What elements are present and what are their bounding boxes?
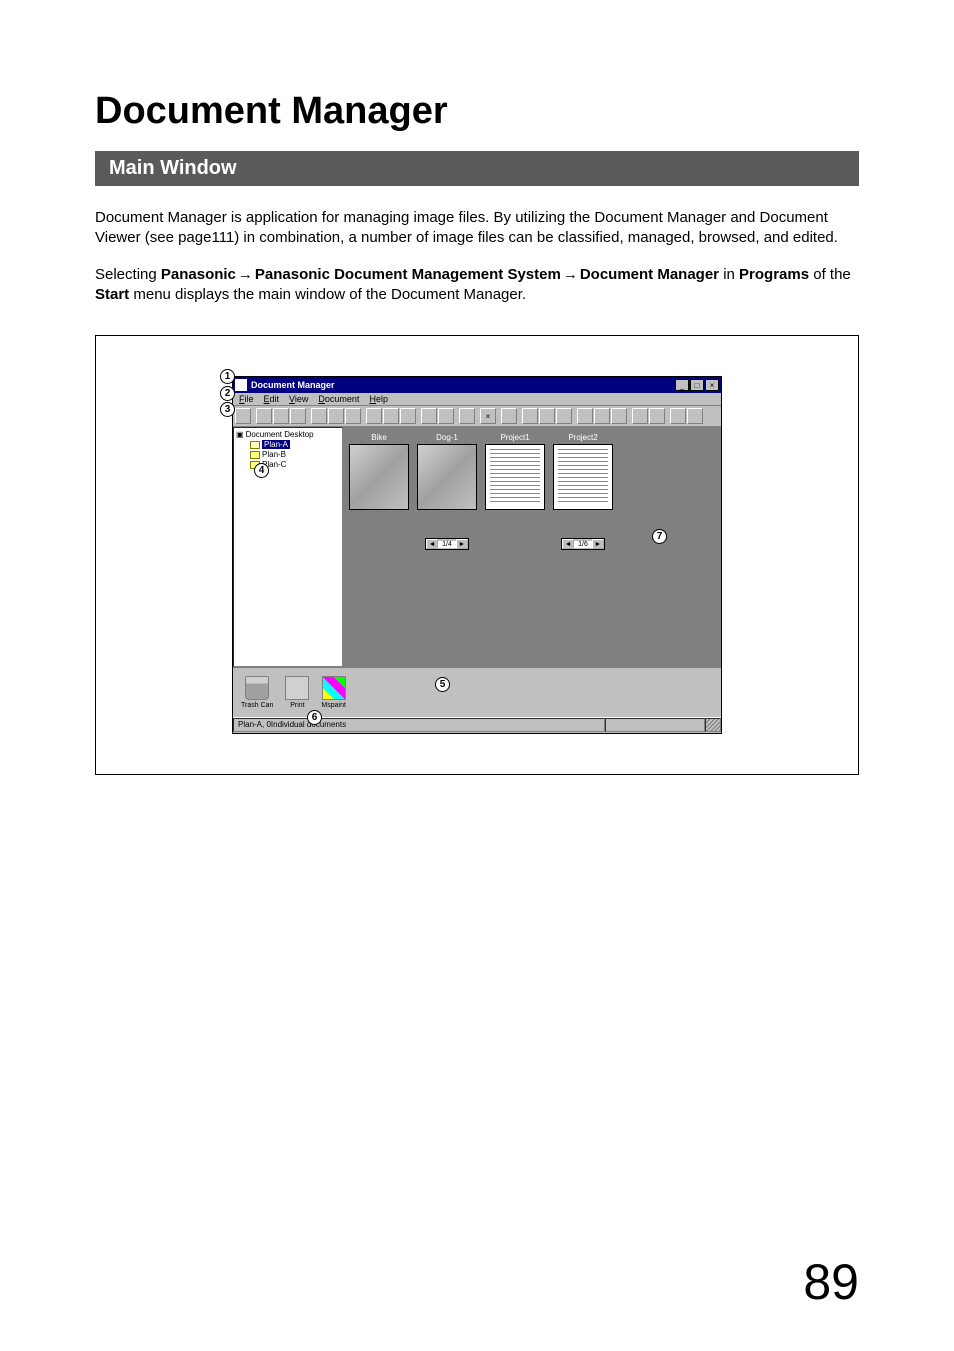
thumbnail-image: [417, 444, 477, 510]
thumb-label: Project2: [568, 433, 597, 442]
app-icon: [235, 379, 247, 391]
thumbnail-item[interactable]: Dog-1 ◄ 1/4 ►: [417, 433, 477, 550]
section-heading: Main Window: [95, 151, 859, 186]
document-manager-window: 1 2 3 4 5 6 7 Document Manager _ □ × Fil…: [232, 376, 722, 734]
tree-item[interactable]: Plan-A: [250, 440, 340, 449]
maximize-button[interactable]: □: [690, 379, 704, 391]
paint-icon: [322, 676, 346, 700]
pager-prev-button[interactable]: ◄: [426, 539, 438, 549]
toolbar-button[interactable]: [383, 408, 399, 424]
thumb-label: Dog-1: [436, 433, 458, 442]
figure-container: 1 2 3 4 5 6 7 Document Manager _ □ × Fil…: [95, 335, 859, 775]
trash-icon: [245, 676, 269, 700]
thumbnail-image: [485, 444, 545, 510]
callout-1: 1: [220, 369, 235, 384]
pager: ◄ 1/6 ►: [561, 538, 605, 550]
toolbar-button[interactable]: [522, 408, 538, 424]
link-trash[interactable]: Trash Can: [241, 676, 273, 709]
toolbar-button[interactable]: [687, 408, 703, 424]
toolbar-button[interactable]: [577, 408, 593, 424]
close-button[interactable]: ×: [705, 379, 719, 391]
toolbar-button[interactable]: [311, 408, 327, 424]
callout-5: 5: [435, 677, 450, 692]
toolbar-button[interactable]: [670, 408, 686, 424]
pager-next-button[interactable]: ►: [456, 539, 468, 549]
toolbar-button[interactable]: [556, 408, 572, 424]
link-label: Trash Can: [241, 702, 273, 709]
folder-tree: ▣ Document Desktop Plan-A Plan-B Plan-C: [233, 427, 343, 667]
menu-document[interactable]: Document: [318, 394, 359, 404]
callout-7: 7: [652, 529, 667, 544]
toolbar-button[interactable]: [539, 408, 555, 424]
toolbar-button[interactable]: [501, 408, 517, 424]
toolbar-button[interactable]: [438, 408, 454, 424]
callout-6: 6: [307, 710, 322, 725]
menu-edit[interactable]: Edit: [264, 394, 280, 404]
toolbar: ×: [233, 406, 721, 427]
intro-paragraph-1: Document Manager is application for mana…: [95, 208, 859, 249]
link-label: Print: [290, 702, 304, 709]
thumbnail-image: [349, 444, 409, 510]
status-text: Plan-A, 0Individual documents: [233, 718, 605, 732]
folder-icon: [250, 451, 260, 459]
menubar: File Edit View Document Help: [233, 393, 721, 406]
toolbar-button[interactable]: [400, 408, 416, 424]
thumbnail-item[interactable]: Project2 ◄ 1/6 ►: [553, 433, 613, 550]
pager-text: 1/6: [574, 541, 592, 548]
callout-2: 2: [220, 386, 235, 401]
tree-item-label: Plan-B: [262, 450, 286, 459]
pager-text: 1/4: [438, 541, 456, 548]
toolbar-button[interactable]: [611, 408, 627, 424]
status-cell: [605, 718, 705, 732]
link-label: Mspaint: [321, 702, 346, 709]
tree-item-label: Plan-A: [262, 440, 290, 449]
callout-3: 3: [220, 402, 235, 417]
menu-view[interactable]: View: [289, 394, 308, 404]
page-number: 89: [803, 1253, 859, 1311]
folder-icon: [250, 441, 260, 449]
toolbar-button[interactable]: [273, 408, 289, 424]
thumb-label: Bike: [371, 433, 387, 442]
menu-help[interactable]: Help: [369, 394, 388, 404]
toolbar-button[interactable]: [366, 408, 382, 424]
callout-4: 4: [254, 463, 269, 478]
toolbar-button[interactable]: [632, 408, 648, 424]
pager-prev-button[interactable]: ◄: [562, 539, 574, 549]
window-controls: _ □ ×: [675, 379, 719, 391]
link-bar: Trash Can Print Mspaint: [233, 667, 721, 717]
thumbnail-item[interactable]: Bike: [349, 433, 409, 510]
pager: ◄ 1/4 ►: [425, 538, 469, 550]
tree-root[interactable]: ▣ Document Desktop: [236, 430, 340, 439]
page-title: Document Manager: [95, 90, 859, 133]
link-mspaint[interactable]: Mspaint: [321, 676, 346, 709]
thumbnail-image: [553, 444, 613, 510]
tree-item[interactable]: Plan-B: [250, 450, 340, 459]
link-print[interactable]: Print: [285, 676, 309, 709]
toolbar-button[interactable]: [649, 408, 665, 424]
toolbar-button[interactable]: [290, 408, 306, 424]
thumbnail-item[interactable]: Project1: [485, 433, 545, 510]
minimize-button[interactable]: _: [675, 379, 689, 391]
desktop-icon: ▣: [236, 430, 244, 439]
toolbar-button[interactable]: ×: [480, 408, 496, 424]
thumb-label: Project1: [500, 433, 529, 442]
thumbnail-panel: Bike Dog-1 ◄ 1/4 ► Project1: [343, 427, 721, 667]
statusbar: Plan-A, 0Individual documents: [233, 717, 721, 733]
toolbar-button[interactable]: [235, 408, 251, 424]
toolbar-button[interactable]: [328, 408, 344, 424]
toolbar-button[interactable]: [256, 408, 272, 424]
titlebar: Document Manager _ □ ×: [233, 377, 721, 393]
intro-paragraph-2: Selecting Panasonic → Panasonic Document…: [95, 265, 859, 306]
printer-icon: [285, 676, 309, 700]
toolbar-button[interactable]: [345, 408, 361, 424]
titlebar-text: Document Manager: [251, 380, 675, 390]
menu-file[interactable]: File: [239, 394, 254, 404]
main-area: ▣ Document Desktop Plan-A Plan-B Plan-C: [233, 427, 721, 667]
toolbar-button[interactable]: [421, 408, 437, 424]
pager-next-button[interactable]: ►: [592, 539, 604, 549]
toolbar-button[interactable]: [594, 408, 610, 424]
toolbar-button[interactable]: [459, 408, 475, 424]
tree-root-label: Document Desktop: [246, 430, 314, 439]
resize-grip[interactable]: [705, 718, 721, 732]
